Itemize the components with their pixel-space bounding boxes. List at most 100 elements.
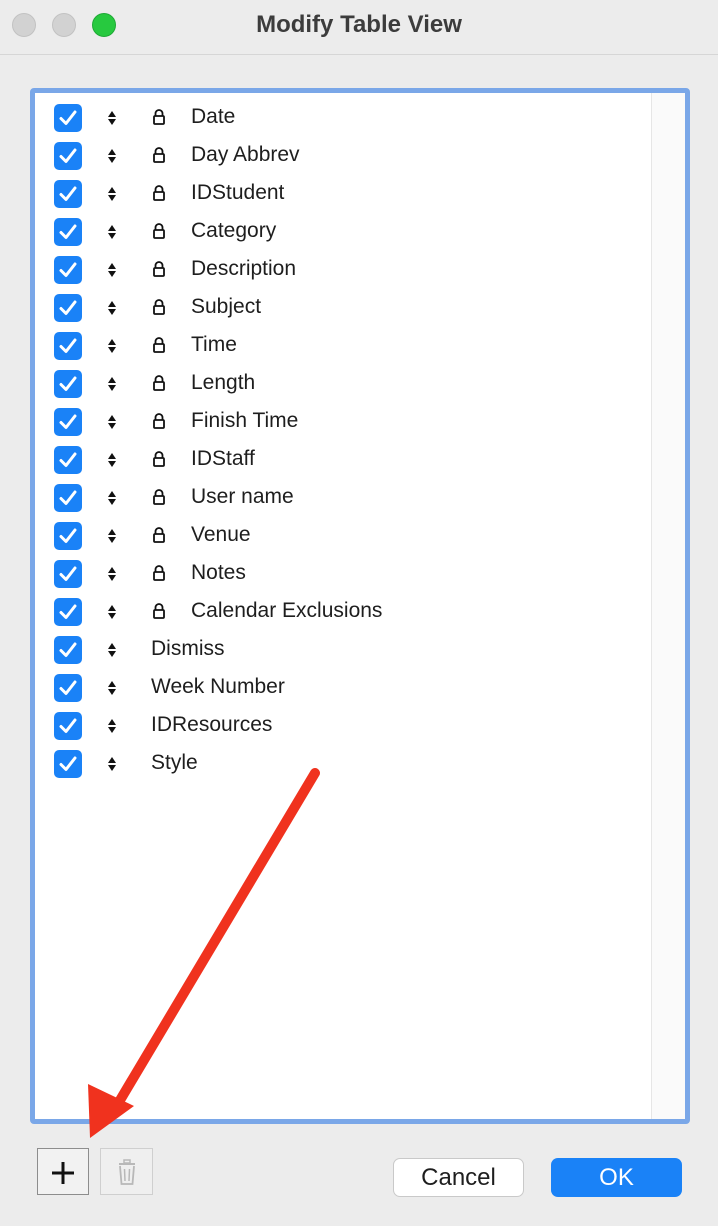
reorder-handle-icon[interactable] [106,374,118,394]
field-row[interactable]: Length [35,365,651,403]
reorder-handle-icon[interactable] [106,488,118,508]
field-checkbox[interactable] [54,674,82,702]
field-row[interactable]: IDStaff [35,441,651,479]
reorder-handle-icon[interactable] [106,678,118,698]
lock-icon [152,221,166,241]
reorder-handle-icon[interactable] [106,108,118,128]
field-checkbox[interactable] [54,104,82,132]
lock-icon [152,487,166,507]
field-checkbox[interactable] [54,750,82,778]
field-label: IDStaff [191,447,255,470]
reorder-handle-icon[interactable] [106,260,118,280]
field-checkbox[interactable] [54,598,82,626]
reorder-handle-icon[interactable] [106,412,118,432]
lock-icon [152,107,166,127]
checkmark-icon [59,376,77,391]
field-checkbox[interactable] [54,332,82,360]
field-label: Dismiss [151,637,225,660]
list-scrollbar[interactable] [651,93,685,1119]
field-checkbox[interactable] [54,370,82,398]
add-field-button[interactable] [37,1148,89,1195]
field-row[interactable]: Finish Time [35,403,651,441]
checkmark-icon [59,262,77,277]
field-row[interactable]: IDResources [35,707,651,745]
field-checkbox[interactable] [54,256,82,284]
field-row[interactable]: Calendar Exclusions [35,593,651,631]
lock-icon [152,259,166,279]
field-label: Length [191,371,256,394]
checkmark-icon [59,604,77,619]
checkmark-icon [59,680,77,695]
field-row[interactable]: IDStudent [35,175,651,213]
trash-icon [119,1159,135,1185]
field-row[interactable]: Style [35,745,651,783]
field-checkbox[interactable] [54,218,82,246]
field-label: Subject [191,295,262,318]
field-label: Venue [191,523,251,546]
reorder-handle-icon[interactable] [106,754,118,774]
field-row[interactable]: Date [35,99,651,137]
field-checkbox[interactable] [54,446,82,474]
field-row[interactable]: Category [35,213,651,251]
field-row[interactable]: Venue [35,517,651,555]
checkmark-icon [59,452,77,467]
lock-icon [152,601,166,621]
title-bar: Modify Table View [0,0,718,55]
checkmark-icon [59,414,77,429]
reorder-handle-icon[interactable] [106,640,118,660]
checkmark-icon [59,224,77,239]
reorder-handle-icon[interactable] [106,184,118,204]
field-row[interactable]: Subject [35,289,651,327]
field-row[interactable]: Description [35,251,651,289]
field-checkbox[interactable] [54,712,82,740]
checkmark-icon [59,756,77,771]
field-row[interactable]: Notes [35,555,651,593]
delete-field-button[interactable] [100,1148,153,1195]
reorder-handle-icon[interactable] [106,336,118,356]
lock-icon [152,145,166,165]
checkmark-icon [59,300,77,315]
field-row[interactable]: User name [35,479,651,517]
reorder-handle-icon[interactable] [106,222,118,242]
lock-icon [152,183,166,203]
field-checkbox[interactable] [54,294,82,322]
field-checkbox[interactable] [54,636,82,664]
reorder-handle-icon[interactable] [106,450,118,470]
checkmark-icon [59,642,77,657]
checkmark-icon [59,186,77,201]
field-label: Category [191,219,277,242]
lock-icon [152,373,166,393]
field-label: Time [191,333,237,356]
field-checkbox[interactable] [54,484,82,512]
field-label: Date [191,105,236,128]
reorder-handle-icon[interactable] [106,526,118,546]
checkmark-icon [59,566,77,581]
checkmark-icon [59,338,77,353]
field-checkbox[interactable] [54,142,82,170]
field-checkbox[interactable] [54,522,82,550]
lock-icon [152,563,166,583]
lock-icon [152,297,166,317]
reorder-handle-icon[interactable] [106,716,118,736]
cancel-button[interactable]: Cancel [393,1158,524,1197]
reorder-handle-icon[interactable] [106,146,118,166]
lock-icon [152,449,166,469]
lock-icon [152,411,166,431]
lock-icon [152,335,166,355]
field-row[interactable]: Day Abbrev [35,137,651,175]
field-checkbox[interactable] [54,560,82,588]
field-checkbox[interactable] [54,408,82,436]
field-list[interactable]: Date Day Abbrev IDStudent Category Descripti… [30,88,690,1124]
field-label: Calendar Exclusions [191,599,383,622]
field-checkbox[interactable] [54,180,82,208]
reorder-handle-icon[interactable] [106,602,118,622]
reorder-handle-icon[interactable] [106,298,118,318]
reorder-handle-icon[interactable] [106,564,118,584]
field-row[interactable]: Time [35,327,651,365]
field-row[interactable]: Week Number [35,669,651,707]
ok-button[interactable]: OK [551,1158,682,1197]
checkmark-icon [59,110,77,125]
window-title: Modify Table View [256,11,462,38]
field-row[interactable]: Dismiss [35,631,651,669]
field-label: IDStudent [191,181,285,204]
